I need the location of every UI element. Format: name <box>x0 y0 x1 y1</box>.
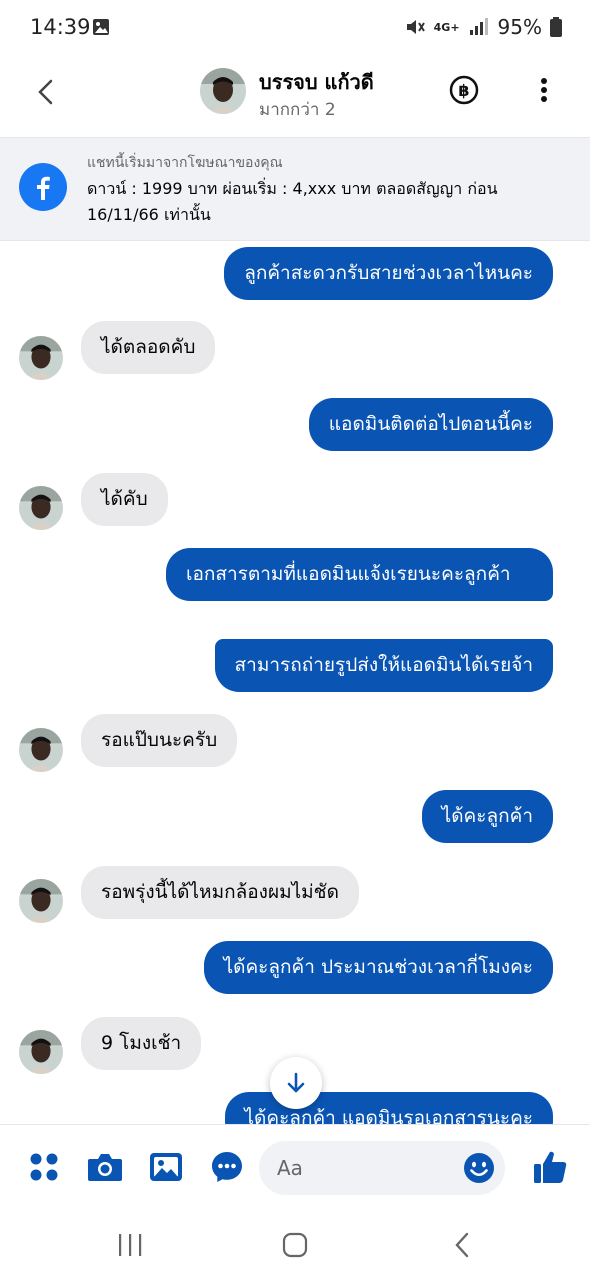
facebook-icon <box>19 163 67 211</box>
system-back-icon[interactable] <box>442 1230 482 1260</box>
sender-avatar[interactable] <box>19 879 63 923</box>
ad-text: ดาวน์ : 1999 บาท ผ่อนเริ่ม : 4,xxx บาท ต… <box>87 179 498 224</box>
message-incoming[interactable]: ได้ตลอดคับ <box>81 321 216 374</box>
message-input[interactable] <box>277 1141 457 1195</box>
message-incoming[interactable]: ได้คับ <box>81 473 168 526</box>
message-outgoing[interactable]: แอดมินติดต่อไปตอนนี้คะ <box>308 398 553 451</box>
message-incoming[interactable]: รอแป๊บนะครับ <box>81 714 238 767</box>
mute-icon <box>404 17 426 37</box>
message-composer <box>0 1124 590 1210</box>
payment-button[interactable]: ฿ <box>448 74 480 106</box>
gallery-icon[interactable] <box>146 1147 186 1187</box>
emoji-icon[interactable] <box>463 1152 495 1184</box>
sender-avatar[interactable] <box>19 1030 63 1074</box>
status-time: 14:39 <box>30 15 91 39</box>
home-icon[interactable] <box>275 1230 315 1260</box>
sender-avatar[interactable] <box>19 336 63 380</box>
signal-icon <box>468 18 490 36</box>
battery-icon <box>550 17 562 37</box>
contact-avatar[interactable] <box>200 68 246 114</box>
ad-origin-banner[interactable]: แชทนี้เริ่มมาจากโฆษณาของคุณ ดาวน์ : 1999… <box>0 137 590 241</box>
svg-text:฿: ฿ <box>458 81 469 100</box>
system-navigation-bar <box>0 1210 590 1280</box>
message-outgoing[interactable]: สามารถถ่ายรูปส่งให้แอดมินได้เรยจ้า <box>214 639 553 692</box>
menu-icon[interactable] <box>24 1147 64 1187</box>
status-bar: 14:39 4G+ 95% <box>0 0 590 56</box>
more-options-icon[interactable] <box>528 74 560 106</box>
contact-name[interactable]: บรรจบ แก้วดี <box>259 66 374 98</box>
battery-label: 95% <box>497 15 542 39</box>
scroll-to-bottom-button[interactable] <box>270 1057 322 1109</box>
ad-caption: แชทนี้เริ่มมาจากโฆษณาของคุณ <box>87 155 283 171</box>
message-incoming[interactable]: 9 โมงเช้า <box>81 1017 202 1070</box>
contact-subtitle: มากกว่า 2 <box>259 100 336 120</box>
message-outgoing[interactable]: ได้คะลูกค้า <box>421 790 553 843</box>
message-outgoing[interactable]: ได้คะลูกค้า ประมาณช่วงเวลากี่โมงคะ <box>203 941 553 994</box>
message-outgoing[interactable]: เอกสารตามที่แอดมินแจ้งเรยนะคะลูกค้า <box>166 548 553 601</box>
recent-apps-icon[interactable] <box>110 1230 150 1260</box>
message-outgoing[interactable]: ลูกค้าสะดวกรับสายช่วงเวลาไหนคะ <box>224 247 553 300</box>
sender-avatar[interactable] <box>19 728 63 772</box>
message-list[interactable]: ลูกค้าสะดวกรับสายช่วงเวลาไหนคะ ได้ตลอดคั… <box>0 242 590 1124</box>
sender-avatar[interactable] <box>19 486 63 530</box>
image-notification-icon <box>92 18 110 40</box>
network-label: 4G+ <box>433 20 460 34</box>
arrow-down-icon <box>287 1072 305 1093</box>
message-incoming[interactable]: รอพรุ่งนี้ได้ไหมกล้องผมไม่ชัด <box>81 866 359 919</box>
chat-header: บรรจบ แก้วดี มากกว่า 2 ฿ <box>0 56 590 136</box>
camera-icon[interactable] <box>85 1147 125 1187</box>
back-button[interactable] <box>28 74 64 110</box>
like-icon[interactable] <box>530 1147 570 1187</box>
message-input-container[interactable] <box>259 1141 505 1195</box>
voice-message-icon[interactable] <box>207 1147 247 1187</box>
